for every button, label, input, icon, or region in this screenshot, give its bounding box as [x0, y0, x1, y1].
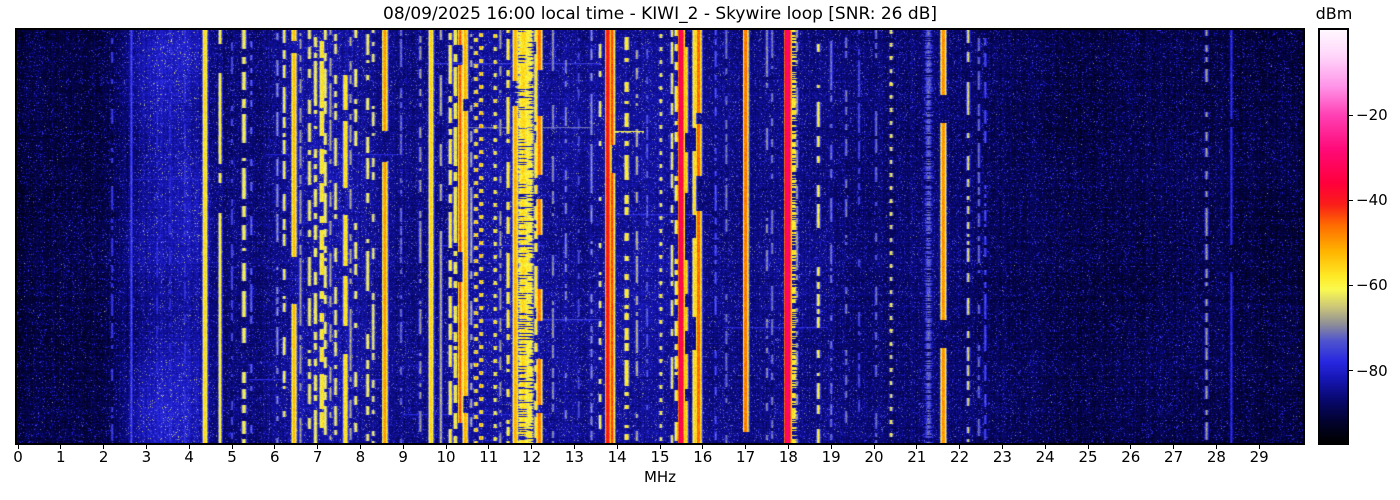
- x-tick-label: 17: [736, 448, 756, 466]
- x-tick-label: 29: [1249, 448, 1269, 466]
- x-tick-label: 4: [184, 448, 194, 466]
- x-tick-label: 7: [312, 448, 323, 466]
- x-tick-label: 28: [1206, 448, 1226, 466]
- x-tick-label: 27: [1164, 448, 1184, 466]
- colorbar: [1318, 28, 1349, 445]
- colorbar-tick-mark: [1349, 284, 1353, 286]
- colorbar-tick-label: −60: [1356, 276, 1388, 295]
- colorbar-tick-mark: [1349, 199, 1353, 201]
- waterfall-canvas: [17, 30, 1303, 443]
- colorbar-gradient: [1320, 30, 1347, 443]
- colorbar-tick-mark: [1349, 114, 1353, 116]
- x-tick-label: 11: [479, 448, 499, 466]
- x-tick-label: 18: [778, 448, 798, 466]
- x-tick-label: 6: [270, 448, 280, 466]
- x-tick-label: 20: [864, 448, 884, 466]
- spectrogram-page: 08/09/2025 16:00 local time - KIWI_2 - S…: [0, 0, 1400, 500]
- waterfall-plot: [15, 28, 1305, 445]
- x-axis-label: MHz: [643, 468, 677, 486]
- x-tick-label: 2: [98, 448, 109, 466]
- colorbar-tick-label: −40: [1356, 191, 1388, 210]
- colorbar-unit-label: dBm: [1315, 4, 1353, 23]
- x-tick-label: 14: [607, 448, 627, 466]
- x-tick-label: 26: [1121, 448, 1141, 466]
- x-tick-label: 0: [13, 448, 23, 466]
- x-tick-label: 19: [821, 448, 841, 466]
- x-tick-label: 22: [950, 448, 970, 466]
- colorbar-tick-mark: [1349, 370, 1353, 372]
- plot-title: 08/09/2025 16:00 local time - KIWI_2 - S…: [383, 4, 937, 24]
- x-tick-label: 8: [355, 448, 366, 466]
- x-tick-label: 10: [436, 448, 456, 466]
- x-tick-label: 1: [56, 448, 66, 466]
- x-tick-label: 21: [907, 448, 927, 466]
- x-tick-label: 12: [522, 448, 542, 466]
- x-tick-label: 24: [1035, 448, 1055, 466]
- x-tick-label: 3: [141, 448, 152, 466]
- x-tick-label: 25: [1078, 448, 1098, 466]
- x-tick-label: 16: [693, 448, 713, 466]
- x-tick-label: 13: [564, 448, 584, 466]
- x-tick-label: 15: [650, 448, 670, 466]
- x-tick-label: 23: [992, 448, 1012, 466]
- x-tick-label: 5: [227, 448, 237, 466]
- x-tick-label: 9: [398, 448, 408, 466]
- colorbar-tick-label: −80: [1356, 361, 1388, 380]
- colorbar-tick-label: −20: [1356, 106, 1388, 125]
